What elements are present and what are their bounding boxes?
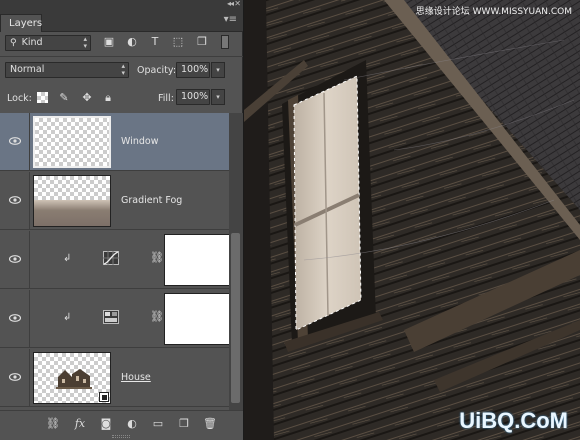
lock-move-icon[interactable]: ✥ xyxy=(80,91,94,105)
scrollbar-thumb[interactable] xyxy=(231,233,240,403)
eye-icon[interactable] xyxy=(9,196,21,204)
link-chain-icon[interactable]: ⛓ xyxy=(150,251,164,264)
panel-titlebar: ◂◂ ✕ xyxy=(0,0,243,10)
select-arrows-icon: ▴ ▾ xyxy=(121,62,125,77)
resize-grip[interactable] xyxy=(112,435,130,438)
opacity-label: Opacity: xyxy=(137,65,177,76)
opacity-value: 100% xyxy=(181,64,209,75)
house-image xyxy=(56,369,92,389)
lock-transparent-icon[interactable] xyxy=(37,92,48,103)
eye-icon[interactable] xyxy=(9,255,21,263)
trash-icon[interactable]: 🗑︎ xyxy=(203,417,217,431)
layer-mask-thumbnail[interactable] xyxy=(164,234,229,286)
filter-pixel-icon[interactable]: ▣ xyxy=(102,35,116,49)
site-logo: UiBQ.CoM xyxy=(459,408,568,433)
blend-mode-value: Normal xyxy=(10,64,45,75)
layer-name[interactable]: Gradient Fog xyxy=(121,195,182,206)
layers-scrollbar[interactable] xyxy=(229,113,243,410)
curves-icon[interactable] xyxy=(103,251,119,265)
visibility-column xyxy=(0,231,30,288)
clipping-arrow-icon: ↲ xyxy=(63,253,72,264)
layer-row-gradient-fog[interactable]: Gradient Fog xyxy=(0,172,229,230)
layer-name[interactable]: House xyxy=(121,372,151,383)
layer-row-curves-adjustment[interactable]: ↲ ⛓ xyxy=(0,231,229,289)
filter-smartobject-icon[interactable]: ❐ xyxy=(195,35,209,49)
smart-object-icon xyxy=(99,392,109,402)
add-mask-icon[interactable]: ◙ xyxy=(99,417,113,431)
new-adjustment-icon[interactable]: ◐ xyxy=(125,417,139,431)
filter-shape-icon[interactable]: ⬚ xyxy=(171,35,185,49)
fog-gradient xyxy=(34,200,110,226)
lock-label: Lock: xyxy=(7,93,32,104)
filter-kind-select[interactable]: ⚲ Kind ▴ ▾ xyxy=(5,35,91,51)
layer-row-window[interactable]: Window xyxy=(0,113,229,171)
fill-input[interactable]: 100% xyxy=(176,89,210,105)
layer-thumbnail[interactable] xyxy=(33,352,111,404)
layer-row-levels-adjustment[interactable]: ↲ ⛓ xyxy=(0,290,229,348)
link-layers-icon[interactable]: ⛓ xyxy=(46,417,60,431)
filter-toggle[interactable] xyxy=(221,35,229,49)
visibility-column xyxy=(0,172,30,229)
search-icon: ⚲ xyxy=(10,38,17,48)
clipping-arrow-icon: ↲ xyxy=(63,312,72,323)
filter-kind-label: Kind xyxy=(21,37,43,48)
layers-panel: ◂◂ ✕ Layers ▾≡ ⚲ Kind ▴ ▾ ▣ ◐ T ⬚ ❐ Norma… xyxy=(0,0,243,440)
close-panel-icon[interactable]: ✕ xyxy=(234,0,241,8)
new-group-icon[interactable]: ▭ xyxy=(151,417,165,431)
layer-row-house[interactable]: House xyxy=(0,349,229,407)
layers-footer: ⛓ fx ◙ ◐ ▭ ❐ 🗑︎ xyxy=(0,410,243,440)
document-canvas[interactable]: 思缘设计论坛 WWW.MISSYUAN.COM UiBQ.CoM xyxy=(244,0,580,440)
haunted-house-photo xyxy=(244,0,580,440)
layers-list: Window Gradient Fog ↲ ⛓ ↲ ⛓ House xyxy=(0,113,229,410)
fill-dropdown-button[interactable]: ▾ xyxy=(211,89,225,105)
blend-mode-select[interactable]: Normal ▴ ▾ xyxy=(5,62,129,78)
levels-icon[interactable] xyxy=(103,310,119,324)
collapse-panel-icon[interactable]: ◂◂ xyxy=(227,0,234,8)
link-chain-icon[interactable]: ⛓ xyxy=(150,310,164,323)
new-layer-icon[interactable]: ❐ xyxy=(177,417,191,431)
divider xyxy=(0,56,243,57)
layer-thumbnail[interactable] xyxy=(33,175,111,227)
select-arrows-icon: ▴ ▾ xyxy=(83,35,87,50)
visibility-column xyxy=(0,113,30,170)
layer-name[interactable]: Window xyxy=(121,136,158,147)
layer-thumbnail[interactable] xyxy=(33,116,111,168)
visibility-column xyxy=(0,349,30,406)
lock-brush-icon[interactable]: ✎ xyxy=(57,91,71,105)
watermark-text: 思缘设计论坛 WWW.MISSYUAN.COM xyxy=(415,7,572,17)
opacity-input[interactable]: 100% xyxy=(176,62,210,78)
panel-tab-row: Layers ▾≡ xyxy=(0,10,243,32)
opacity-dropdown-button[interactable]: ▾ xyxy=(211,62,225,78)
eye-icon[interactable] xyxy=(9,137,21,145)
filter-adjustment-icon[interactable]: ◐ xyxy=(125,35,139,49)
fill-value: 100% xyxy=(181,91,209,102)
panel-menu-icon[interactable]: ▾≡ xyxy=(224,14,237,25)
eye-icon[interactable] xyxy=(9,373,21,381)
layer-mask-thumbnail[interactable] xyxy=(164,293,229,345)
lock-all-icon[interactable]: 🔒︎ xyxy=(101,91,115,105)
fill-label: Fill: xyxy=(158,93,174,104)
visibility-column xyxy=(0,290,30,347)
eye-icon[interactable] xyxy=(9,314,21,322)
fx-icon[interactable]: fx xyxy=(73,417,87,431)
filter-type-icon[interactable]: T xyxy=(148,35,162,49)
tab-layers[interactable]: Layers xyxy=(0,14,42,32)
